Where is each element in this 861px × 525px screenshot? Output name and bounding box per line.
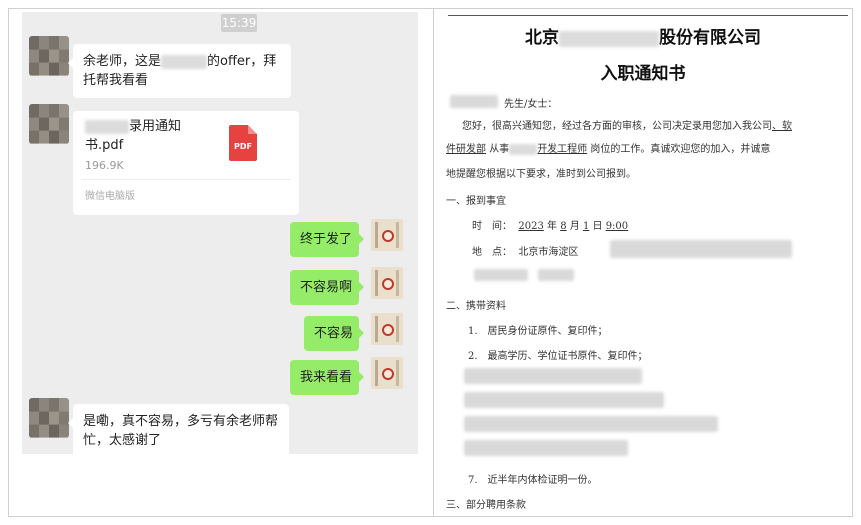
message-text: 余老师，这是 <box>83 54 162 69</box>
company-name: 北京 股份有限公司 <box>525 28 761 48</box>
message-bubble-incoming[interactable]: 是嘞，真不容易，多亏有余老师帮忙，太感谢了 <box>68 404 289 454</box>
letter-paragraph: 您好，很高兴通知您，经过各方面的审核，公司决定录用您加入我公司、软 <box>462 121 792 132</box>
document-list-item: 7. 近半年内体检证明一份。 <box>468 475 598 486</box>
file-source-label: 微信电脑版 <box>85 191 135 202</box>
section-heading: 二、携带资料 <box>446 301 506 312</box>
file-name: 录用通知 书.pdf <box>85 119 182 153</box>
redacted-text <box>464 368 642 384</box>
document-list-item: 2. 最高学历、学位证书原件、复印件； <box>468 351 648 362</box>
redacted-text <box>85 119 129 134</box>
redacted-name <box>450 95 498 108</box>
document-list-item: 1. 居民身份证原件、复印件； <box>468 326 608 337</box>
file-message-card[interactable]: 录用通知 书.pdf 196.9K PDF 微信电脑版 <box>73 111 299 215</box>
redacted-address <box>538 269 574 281</box>
user-avatar[interactable] <box>371 219 403 251</box>
message-bubble-outgoing[interactable]: 我来看看 <box>290 360 364 395</box>
contact-avatar[interactable] <box>29 104 69 144</box>
message-bubble-outgoing[interactable]: 不容易 <box>304 316 364 351</box>
redacted-address <box>610 240 792 258</box>
divider <box>81 179 291 180</box>
message-bubble-outgoing[interactable]: 终于发了 <box>290 222 364 257</box>
user-avatar[interactable] <box>371 267 403 299</box>
document-title: 入职通知书 <box>600 64 686 84</box>
redacted-text <box>464 440 628 456</box>
message-bubble-incoming[interactable]: 余老师，这是 的offer，拜托帮我看看 <box>68 44 291 98</box>
redacted-address <box>474 269 528 281</box>
report-place: 地 点： 北京市海淀区 <box>472 247 579 258</box>
letter-paragraph: 地提醒您根据以下要求，准时到公司报到。 <box>446 169 636 180</box>
pdf-icon: PDF <box>229 125 257 161</box>
section-heading: 三、部分聘用条款 <box>446 500 526 511</box>
offer-letter-document: 北京 股份有限公司 入职通知书 先生/女士： 您好，很高兴通知您，经过各方面的审核… <box>434 9 852 516</box>
redacted-text <box>464 416 718 432</box>
message-bubble-outgoing[interactable]: 不容易啊 <box>290 270 364 305</box>
salutation: 先生/女士： <box>504 99 558 110</box>
header-rule <box>448 15 848 16</box>
report-time: 时 间： 2023 年 8 月 1 日 9:00 <box>472 221 629 232</box>
contact-avatar[interactable] <box>29 36 69 76</box>
contact-avatar[interactable] <box>29 398 69 438</box>
user-avatar[interactable] <box>371 313 403 345</box>
user-avatar[interactable] <box>371 357 403 389</box>
message-timestamp: 15:39 <box>221 14 257 32</box>
redacted-text <box>161 54 208 69</box>
redacted-text <box>464 392 664 408</box>
file-size: 196.9K <box>85 159 124 172</box>
letter-paragraph: 件研发部 从事 开发工程师 岗位的工作。真诚欢迎您的加入，并诚意 <box>446 144 771 155</box>
chat-panel[interactable]: 15:39 余老师，这是 的offer，拜托帮我看看 录用通知 书.pdf 196… <box>22 12 418 454</box>
redacted-text <box>509 144 538 155</box>
redacted-text <box>559 30 659 47</box>
section-heading: 一、报到事宜 <box>446 196 506 207</box>
